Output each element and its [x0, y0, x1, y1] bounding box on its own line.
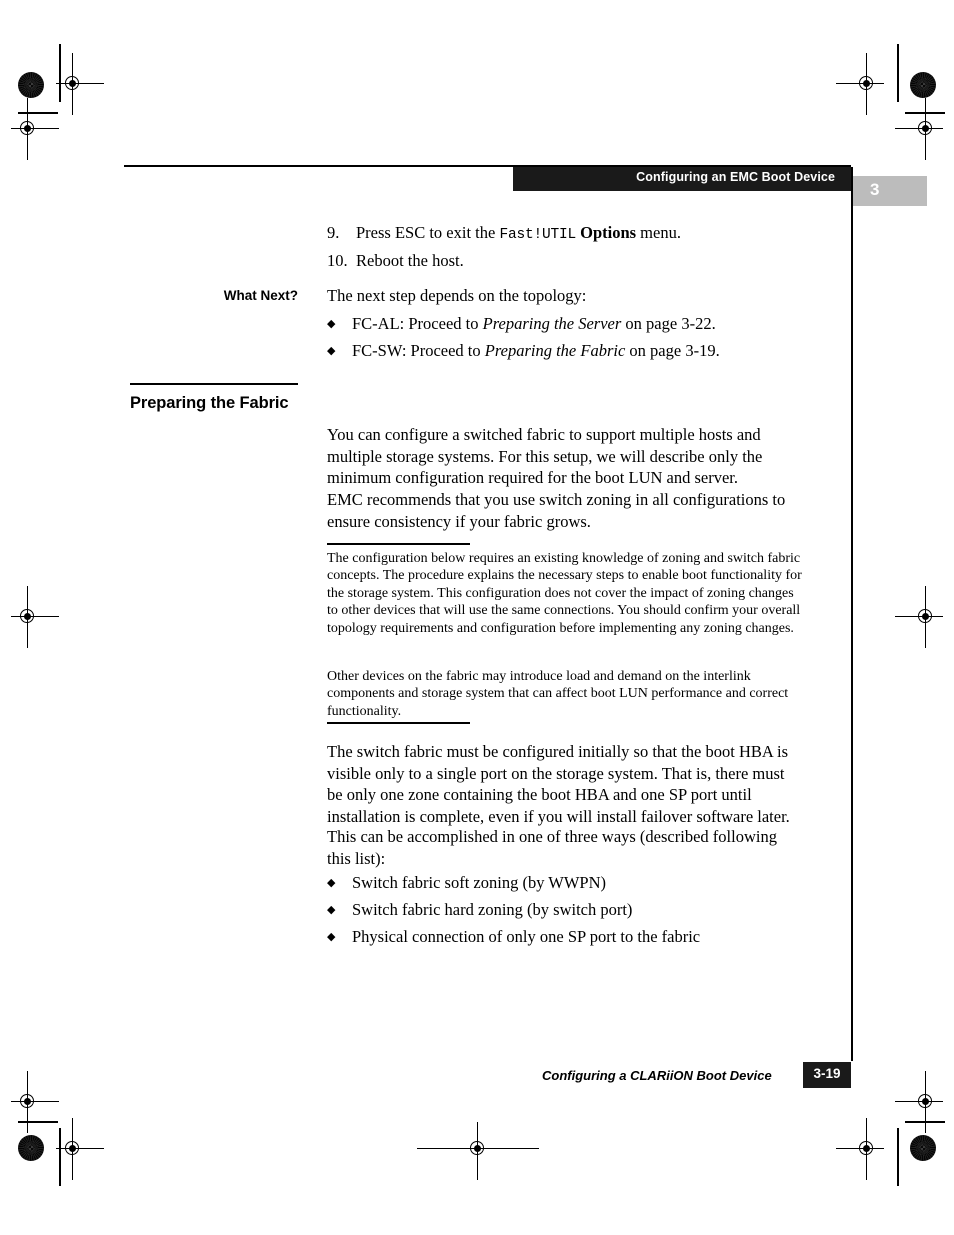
- chapter-tab: 3: [853, 176, 927, 206]
- what-next-intro: The next step depends on the topology:: [327, 286, 587, 305]
- registration-target-right-middle: [895, 586, 943, 648]
- section-paragraph-2: EMC recommends that you use switch zonin…: [327, 490, 786, 531]
- registration-target-bottom-right: [836, 1118, 884, 1180]
- step-emphasis: Options: [580, 223, 637, 242]
- registration-target-top-right: [836, 53, 884, 115]
- note-rule-bottom: [327, 722, 470, 724]
- bullet-tail: on page 3-22.: [621, 314, 716, 333]
- bullet-diamond-icon: ◆: [327, 904, 336, 916]
- bullet-text: FC-AL: Proceed to Preparing the Server o…: [352, 313, 803, 336]
- marginal-label-text: What Next?: [223, 288, 298, 303]
- bullet-diamond-icon: ◆: [327, 877, 336, 889]
- footer-title: Configuring a CLARiiON Boot Device: [542, 1068, 772, 1083]
- note-paragraph-2: Other devices on the fabric may introduc…: [327, 669, 789, 719]
- note-rule-top: [327, 543, 470, 545]
- running-header-title: Configuring an EMC Boot Device: [636, 170, 835, 184]
- what-next-bullet-2: ◆ FC-SW: Proceed to Preparing the Fabric…: [327, 340, 803, 363]
- bullet-diamond-icon: ◆: [327, 318, 336, 330]
- zoning-bullet-3: ◆ Physical connection of only one SP por…: [327, 926, 803, 949]
- trim-tick-left-lower-horizontal: [18, 1121, 58, 1123]
- step-number: 10.: [327, 251, 348, 270]
- numbered-step-10: 10. Reboot the host.: [327, 250, 803, 272]
- halftone-circle-top-left: [18, 72, 44, 98]
- section-paragraph-3: The switch fabric must be configured ini…: [327, 742, 790, 826]
- trim-tick-left-upper-horizontal: [18, 112, 58, 114]
- page-side-rule: [851, 167, 853, 1061]
- numbered-step-9: 9. Press ESC to exit the Fast!UTIL Optio…: [327, 222, 803, 247]
- registration-target-right-lower: [895, 1071, 943, 1133]
- footer-page-number: 3-19: [813, 1066, 841, 1081]
- registration-target-bottom-left: [56, 1118, 104, 1180]
- zoning-bullet-2: ◆ Switch fabric hard zoning (by switch p…: [327, 899, 803, 922]
- bullet-lead: FC-AL: Proceed to: [352, 314, 483, 333]
- bullet-diamond-icon: ◆: [327, 931, 336, 943]
- bullet-diamond-icon: ◆: [327, 345, 336, 357]
- registration-target-left-middle: [11, 586, 59, 648]
- trim-tick-right-lower-horizontal: [905, 1121, 945, 1123]
- running-header-bar: Configuring an EMC Boot Device: [513, 167, 851, 191]
- registration-target-right-upper: [895, 98, 943, 160]
- step-command-literal: Fast!UTIL: [499, 227, 576, 243]
- bullet-text: Physical connection of only one SP port …: [352, 927, 701, 946]
- bullet-lead: FC-SW: Proceed to: [352, 341, 485, 360]
- registration-target-top-left: [56, 53, 104, 115]
- step-text: Press ESC to exit the Fast!UTIL Options …: [356, 223, 681, 243]
- trim-tick-right-upper-horizontal: [905, 112, 945, 114]
- registration-target-left-lower: [11, 1071, 59, 1133]
- bullet-text: Switch fabric soft zoning (by WWPN): [352, 873, 607, 892]
- bullet-text: Switch fabric hard zoning (by switch por…: [352, 900, 633, 919]
- step-text: Reboot the host.: [356, 251, 464, 270]
- bullet-cross-reference[interactable]: Preparing the Server: [483, 314, 622, 333]
- chapter-number: 3: [870, 180, 880, 199]
- bullet-tail: on page 3-19.: [625, 341, 720, 360]
- what-next-bullet-1: ◆ FC-AL: Proceed to Preparing the Server…: [327, 313, 803, 336]
- section-paragraph-1: You can configure a switched fabric to s…: [327, 425, 763, 487]
- zoning-bullet-1: ◆ Switch fabric soft zoning (by WWPN): [327, 872, 803, 895]
- halftone-circle-bottom-right: [910, 1135, 936, 1161]
- registration-target-left-upper: [11, 98, 59, 160]
- step-number: 9.: [327, 223, 340, 242]
- trim-tick-top-right-vertical: [897, 44, 899, 102]
- section-paragraph-4: This can be accomplished in one of three…: [327, 827, 777, 868]
- trim-tick-bottom-left-vertical: [59, 1128, 61, 1186]
- bullet-cross-reference[interactable]: Preparing the Fabric: [485, 341, 626, 360]
- registration-target-bottom-center: [417, 1122, 539, 1180]
- document-page: Configuring an EMC Boot Device 3 9. Pres…: [0, 0, 954, 1235]
- marginal-label-what-next: What Next?: [130, 288, 298, 303]
- footer-page-number-box: 3-19: [803, 1062, 851, 1088]
- halftone-circle-bottom-left: [18, 1135, 44, 1161]
- section-heading: Preparing the Fabric: [130, 394, 289, 412]
- section-heading-rule: [130, 383, 298, 385]
- trim-tick-top-left-vertical: [59, 44, 61, 102]
- halftone-circle-top-right: [910, 72, 936, 98]
- bullet-text: FC-SW: Proceed to Preparing the Fabric o…: [352, 340, 803, 363]
- note-paragraph-1: The configuration below requires an exis…: [327, 551, 802, 636]
- trim-tick-bottom-right-vertical: [897, 1128, 899, 1186]
